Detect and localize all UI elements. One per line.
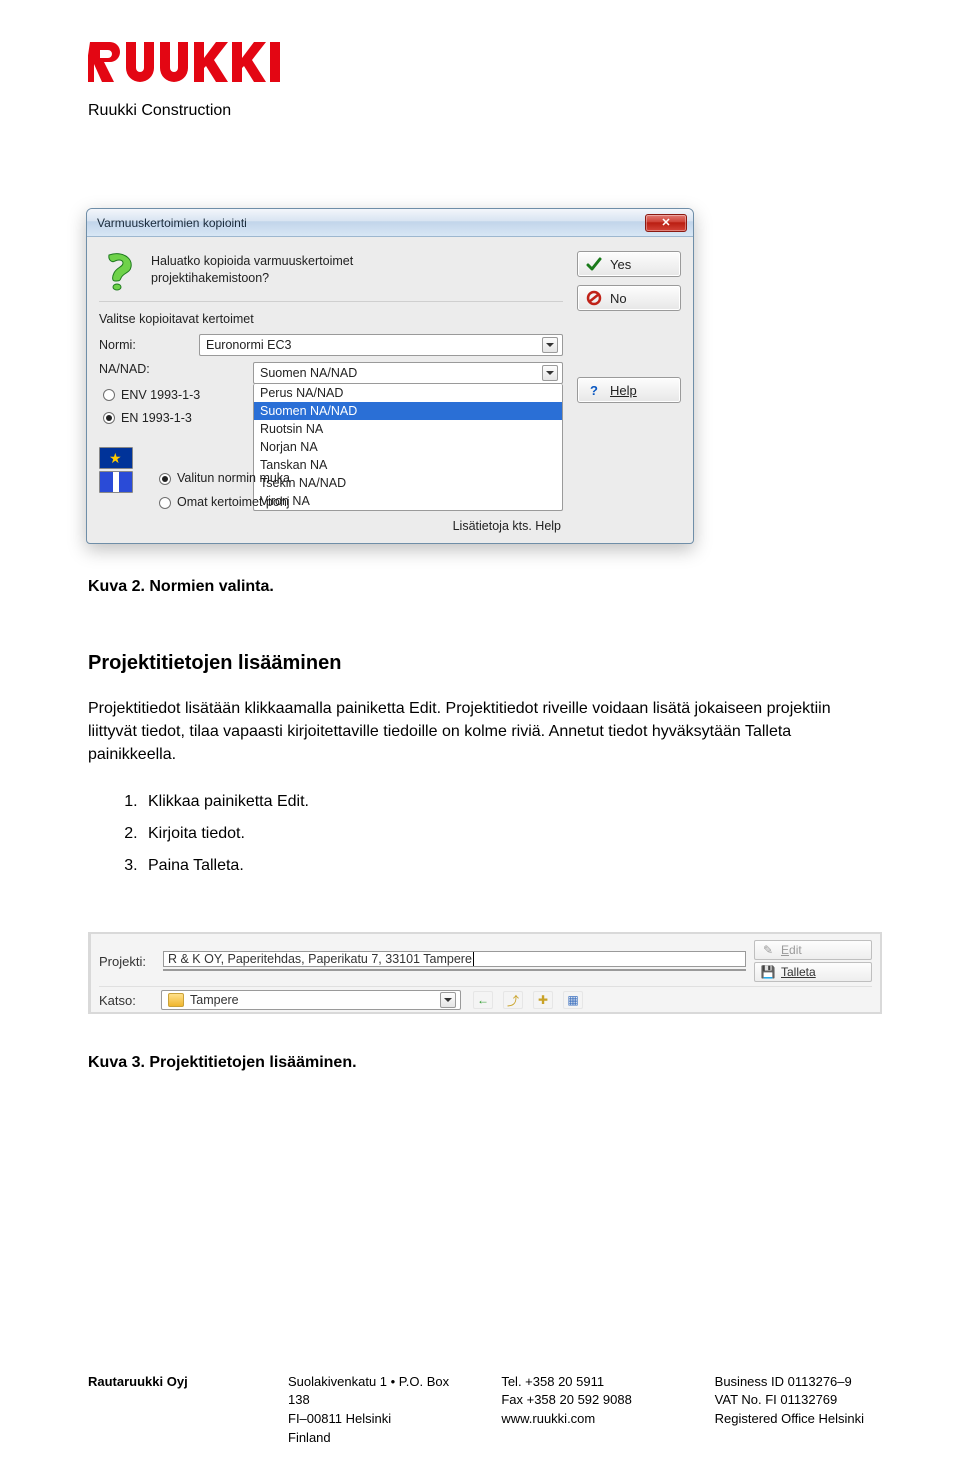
chevron-down-icon (542, 337, 558, 353)
project-toolbar: Projekti: R & K OY, Paperitehdas, Paperi… (88, 932, 882, 1014)
dialog-prompt: Haluatko kopioida varmuuskertoimet proje… (151, 251, 353, 287)
dialog-footer-help: Lisätietoja kts. Help (99, 515, 563, 533)
back-icon[interactable]: ← (473, 991, 493, 1009)
radio-icon (103, 389, 115, 401)
radio-icon (159, 473, 171, 485)
figure-dialog-wrap: Varmuuskertoimien kopiointi ✕ (86, 208, 872, 544)
list-item[interactable]: Suomen NA/NAD (254, 402, 562, 420)
up-icon[interactable]: ⤴ (503, 991, 523, 1009)
footer-web: www.ruukki.com (501, 1410, 674, 1429)
radio-en-1993[interactable]: EN 1993-1-3 (103, 407, 245, 430)
toolbar-mini-icons: ← ⤴ ✚ ▦ (473, 991, 583, 1009)
dialog-title: Varmuuskertoimien kopiointi (97, 216, 247, 230)
footer-addr3: Finland (288, 1429, 461, 1448)
custom-flag-icon[interactable] (99, 471, 133, 493)
no-icon (586, 290, 602, 306)
eu-flag-icon[interactable] (99, 447, 133, 469)
footer-fax: Fax +358 20 592 9088 (501, 1391, 674, 1410)
view-icon[interactable]: ▦ (563, 991, 583, 1009)
footer-office: Registered Office Helsinki (715, 1410, 888, 1429)
talleta-button[interactable]: 💾 Talleta (754, 962, 872, 982)
nanad-label: NA/NAD: (99, 362, 245, 376)
no-label: No (610, 291, 627, 306)
list-item[interactable]: Ruotsin NA (254, 420, 562, 438)
ordered-steps: Klikkaa painiketta Edit. Kirjoita tiedot… (142, 786, 872, 882)
edit-icon: ✎ (761, 943, 775, 957)
footer-company: Rautaruukki Oyj (88, 1374, 188, 1389)
close-button[interactable]: ✕ (645, 214, 687, 232)
help-label: Help (610, 383, 637, 398)
group-label: Valitse kopioitavat kertoimet (99, 312, 563, 326)
projekti-input-1[interactable]: R & K OY, Paperitehdas, Paperikatu 7, 33… (163, 951, 746, 967)
nanad-value: Suomen NA/NAD (260, 366, 357, 380)
list-item: Paina Talleta. (142, 850, 872, 882)
yes-button[interactable]: Yes (577, 251, 681, 277)
page-footer: Rautaruukki Oyj Suolakivenkatu 1 • P.O. … (88, 1373, 888, 1448)
projekti-label: Projekti: (99, 954, 155, 969)
folder-value: Tampere (190, 993, 239, 1007)
katso-label: Katso: (99, 993, 155, 1008)
section-heading: Projektitietojen lisääminen (88, 652, 872, 675)
close-icon: ✕ (661, 216, 670, 229)
edit-button[interactable]: ✎ Edit (754, 940, 872, 960)
footer-biz: Business ID 0113276–9 (715, 1373, 888, 1392)
list-item: Klikkaa painiketta Edit. (142, 786, 872, 818)
folder-icon (168, 993, 184, 1007)
list-item[interactable]: Norjan NA (254, 438, 562, 456)
normi-value: Euronormi EC3 (206, 338, 291, 352)
dialog-titlebar: Varmuuskertoimien kopiointi ✕ (87, 209, 693, 237)
nanad-listbox[interactable]: Perus NA/NAD Suomen NA/NAD Ruotsin NA No… (253, 384, 563, 511)
list-item[interactable]: Perus NA/NAD (254, 384, 562, 402)
folder-combobox[interactable]: Tampere (161, 990, 461, 1010)
list-item: Kirjoita tiedot. (142, 818, 872, 850)
footer-addr2: FI–00811 Helsinki (288, 1410, 461, 1429)
footer-tel: Tel. +358 20 5911 (501, 1373, 674, 1392)
dialog-varmuuskertoimet: Varmuuskertoimien kopiointi ✕ (86, 208, 694, 544)
radio-icon (103, 412, 115, 424)
question-icon (99, 251, 139, 291)
check-icon (586, 256, 602, 272)
projekti-input-2[interactable] (163, 969, 746, 971)
footer-addr1: Suolakivenkatu 1 • P.O. Box 138 (288, 1373, 461, 1411)
nanad-combobox[interactable]: Suomen NA/NAD (253, 362, 563, 384)
subbrand: Ruukki Construction (88, 102, 872, 120)
radio-icon (159, 497, 171, 509)
new-folder-icon[interactable]: ✚ (533, 991, 553, 1009)
paragraph: Projektitiedot lisätään klikkaamalla pai… (88, 697, 872, 767)
list-item[interactable]: Tsekin NA/NAD (254, 474, 562, 492)
no-button[interactable]: No (577, 285, 681, 311)
normi-combobox[interactable]: Euronormi EC3 (199, 334, 563, 356)
list-item[interactable]: Tanskan NA (254, 456, 562, 474)
radio-env-1993[interactable]: ENV 1993-1-3 (103, 384, 245, 407)
figure-caption-2: Kuva 3. Projektitietojen lisääminen. (88, 1054, 872, 1072)
save-icon: 💾 (761, 965, 775, 979)
help-icon: ? (586, 382, 602, 398)
figure-caption-1: Kuva 2. Normien valinta. (88, 578, 872, 596)
footer-vat: VAT No. FI 01132769 (715, 1391, 888, 1410)
normi-label: Normi: (99, 338, 191, 352)
chevron-down-icon (440, 992, 456, 1008)
env-radio-group: ENV 1993-1-3 EN 1993-1-3 (99, 380, 245, 429)
chevron-down-icon (542, 365, 558, 381)
list-item[interactable]: Viron NA (254, 492, 562, 510)
logo (88, 40, 872, 84)
help-button[interactable]: ? Help (577, 377, 681, 403)
yes-label: Yes (610, 257, 631, 272)
divider (99, 301, 563, 302)
